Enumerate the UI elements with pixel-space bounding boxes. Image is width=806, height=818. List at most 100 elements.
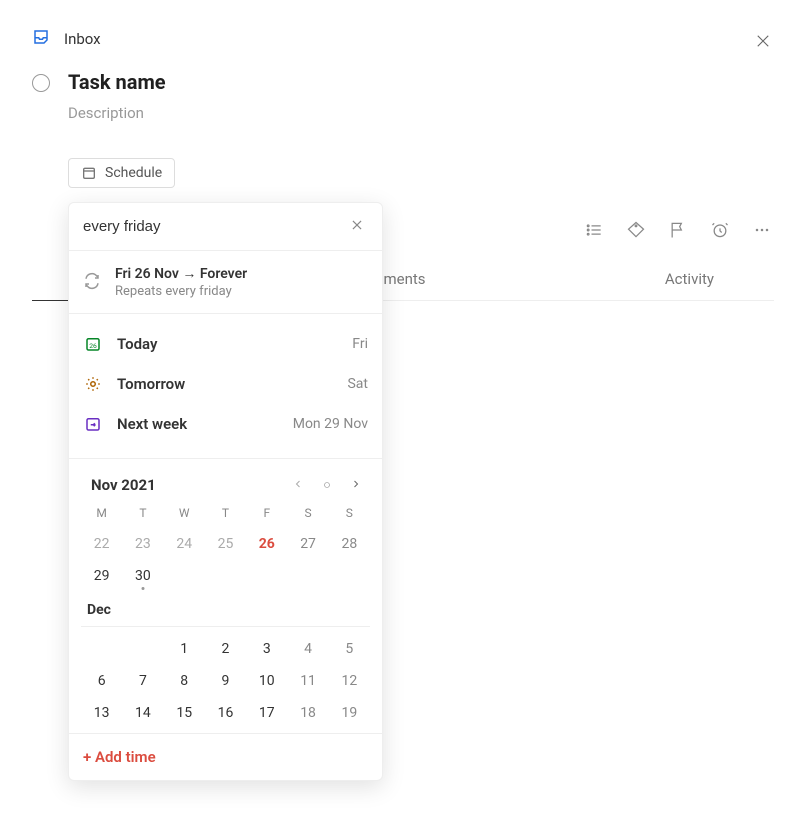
calendar-day[interactable]: 8 [164,665,205,697]
calendar-day[interactable]: 24 [164,528,205,560]
flag-button[interactable] [666,218,690,246]
schedule-area: Schedule Fri 26 Nov → Forever Repeats ev… [0,122,806,188]
calendar-month2-grid: 12345678910111213141516171819 [81,633,370,729]
calendar-day[interactable]: 10 [246,665,287,697]
calendar-day[interactable]: 3 [246,633,287,665]
calendar-day[interactable]: 11 [287,665,328,697]
calendar-today-button[interactable] [322,475,332,494]
calendar-day[interactable]: 25 [205,528,246,560]
calendar-day[interactable]: 22 [81,528,122,560]
quick-tomorrow-day: Sat [347,376,368,392]
schedule-suggestion[interactable]: Fri 26 Nov → Forever Repeats every frida… [69,251,382,314]
calendar-day[interactable]: 6 [81,665,122,697]
calendar-dow: S [329,502,370,528]
task-content: Task name Description [68,70,776,122]
chevron-right-icon [350,478,362,490]
schedule-button[interactable]: Schedule [68,158,175,188]
list-button[interactable] [582,218,606,246]
tag-button[interactable] [624,218,648,246]
schedule-search-row [69,203,382,251]
suggestion-text: Fri 26 Nov → Forever Repeats every frida… [115,265,247,299]
calendar-day[interactable]: 4 [287,633,328,665]
calendar-day[interactable]: 14 [122,697,163,729]
quick-nextweek[interactable]: Next week Mon 29 Nov [69,404,382,444]
quick-today-label: Today [117,335,352,353]
calendar-dow: M [81,502,122,528]
tag-icon [626,220,646,240]
calendar-day[interactable]: 9 [205,665,246,697]
task-name-input[interactable]: Task name [68,70,776,94]
task-checkbox[interactable] [32,74,50,92]
clear-input-button[interactable] [346,213,368,240]
quick-today[interactable]: 26 Today Fri [69,324,382,364]
calendar-month1-grid: 22232425262728 2930 [81,528,370,592]
close-icon [350,218,364,232]
task-description-input[interactable]: Description [68,104,776,122]
task-toolbar [582,218,774,246]
sun-icon [83,374,103,394]
calendar-day[interactable]: 27 [287,528,328,560]
calendar-icon [81,165,97,181]
alarm-icon [710,220,730,240]
calendar-nav [292,475,362,494]
chevron-left-icon [292,478,304,490]
more-button[interactable] [750,218,774,246]
task-row: Task name Description [0,60,806,122]
quick-nextweek-day: Mon 29 Nov [293,416,368,432]
inbox-icon [32,28,50,50]
quick-today-day: Fri [352,336,368,352]
add-time-button[interactable]: + Add time [69,733,382,780]
calendar-dow: T [205,502,246,528]
calendar-dow: W [164,502,205,528]
calendar-day [122,633,163,665]
flag-icon [668,220,688,240]
calendar-day[interactable]: 29 [81,560,122,592]
calendar: Nov 2021 MTWTFSS 222324252627282930 Dec … [69,459,382,733]
calendar-day[interactable]: 30 [122,560,163,592]
calendar-dow: T [122,502,163,528]
calendar-day[interactable]: 12 [329,665,370,697]
calendar-dow: F [246,502,287,528]
calendar-header: Nov 2021 [81,469,370,502]
today-icon: 26 [83,334,103,354]
calendar-prev-button[interactable] [292,475,304,494]
quick-tomorrow-label: Tomorrow [117,375,347,393]
calendar-month-label: Nov 2021 [91,476,292,494]
quick-tomorrow[interactable]: Tomorrow Sat [69,364,382,404]
more-icon [752,220,772,240]
calendar-day[interactable]: 2 [205,633,246,665]
schedule-search-input[interactable] [83,218,346,235]
list-icon [584,220,604,240]
schedule-label: Schedule [105,165,162,181]
tab-activity[interactable]: Activity [665,260,714,300]
calendar-dow-row: MTWTFSS [81,502,370,528]
calendar-day[interactable]: 7 [122,665,163,697]
calendar-day[interactable]: 16 [205,697,246,729]
calendar-day[interactable]: 19 [329,697,370,729]
header: Inbox [0,0,806,60]
calendar-day[interactable]: 13 [81,697,122,729]
calendar-day[interactable]: 5 [329,633,370,665]
calendar-day[interactable]: 1 [164,633,205,665]
calendar-dow: S [287,502,328,528]
nextweek-icon [83,414,103,434]
close-button[interactable] [750,28,776,58]
calendar-day[interactable]: 18 [287,697,328,729]
suggestion-subtitle: Repeats every friday [115,284,247,299]
calendar-day [81,633,122,665]
calendar-day[interactable]: 23 [122,528,163,560]
quick-nextweek-label: Next week [117,415,293,433]
calendar-next-button[interactable] [350,475,362,494]
quick-date-list: 26 Today Fri Tomorrow Sat Next week Mon … [69,314,382,459]
schedule-popover: Fri 26 Nov → Forever Repeats every frida… [68,202,383,781]
suggestion-title: Fri 26 Nov → Forever [115,265,247,282]
calendar-month2-label: Dec [81,592,370,627]
svg-text:26: 26 [89,342,97,350]
calendar-day[interactable]: 28 [329,528,370,560]
calendar-day[interactable]: 17 [246,697,287,729]
circle-icon [322,480,332,490]
calendar-day[interactable]: 15 [164,697,205,729]
inbox-label: Inbox [64,30,101,48]
calendar-day[interactable]: 26 [246,528,287,560]
reminder-button[interactable] [708,218,732,246]
